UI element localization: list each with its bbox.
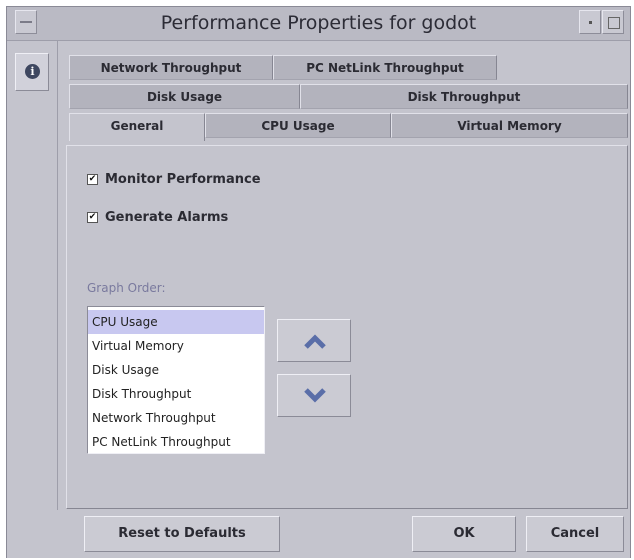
list-item[interactable]: PC NetLink Throughput <box>88 430 264 454</box>
maximize-button[interactable] <box>602 10 624 34</box>
tab-cpu-usage[interactable]: CPU Usage <box>205 113 391 138</box>
list-item[interactable]: Network Throughput <box>88 406 264 430</box>
move-down-button[interactable] <box>277 374 351 417</box>
reset-to-defaults-button[interactable]: Reset to Defaults <box>84 516 280 552</box>
info-button[interactable]: i <box>15 53 49 91</box>
minimize-button[interactable] <box>579 10 601 34</box>
tab-virtual-memory[interactable]: Virtual Memory <box>391 113 628 138</box>
move-up-button[interactable] <box>277 319 351 362</box>
info-icon: i <box>25 64 40 79</box>
properties-window: Performance Properties for godot i Netwo… <box>6 6 631 558</box>
monitor-performance-row[interactable]: ✔ Monitor Performance <box>87 170 261 188</box>
graph-order-label: Graph Order: <box>87 281 166 295</box>
generate-alarms-checkbox[interactable]: ✔ <box>87 211 98 223</box>
button-bar: Reset to Defaults OK Cancel <box>7 510 630 558</box>
window-title: Performance Properties for godot <box>160 12 477 34</box>
list-item[interactable]: Disk Throughput <box>88 382 264 406</box>
tab-disk-throughput[interactable]: Disk Throughput <box>300 84 628 109</box>
title-bar[interactable]: Performance Properties for godot <box>7 7 630 41</box>
chevron-up-icon <box>304 334 326 349</box>
tab-disk-usage[interactable]: Disk Usage <box>69 84 300 109</box>
general-panel: ✔ Monitor Performance ✔ Generate Alarms … <box>66 145 628 509</box>
left-toolbar: i <box>7 41 58 526</box>
list-item[interactable]: CPU Usage <box>88 310 264 334</box>
list-item[interactable]: Virtual Memory <box>88 334 264 358</box>
window-menu-button[interactable] <box>15 10 37 34</box>
tab-pc-netlink-throughput[interactable]: PC NetLink Throughput <box>273 55 497 80</box>
list-item[interactable]: Disk Usage <box>88 358 264 382</box>
tab-network-throughput[interactable]: Network Throughput <box>69 55 273 80</box>
monitor-performance-label: Monitor Performance <box>105 171 261 187</box>
chevron-down-icon <box>304 388 326 403</box>
graph-order-list[interactable]: CPU Usage Virtual Memory Disk Usage Disk… <box>87 306 265 454</box>
ok-button[interactable]: OK <box>412 516 516 552</box>
cancel-button[interactable]: Cancel <box>526 516 624 552</box>
generate-alarms-label: Generate Alarms <box>105 209 229 225</box>
monitor-performance-checkbox[interactable]: ✔ <box>87 173 98 185</box>
tab-general[interactable]: General <box>69 113 205 141</box>
generate-alarms-row[interactable]: ✔ Generate Alarms <box>87 208 228 226</box>
